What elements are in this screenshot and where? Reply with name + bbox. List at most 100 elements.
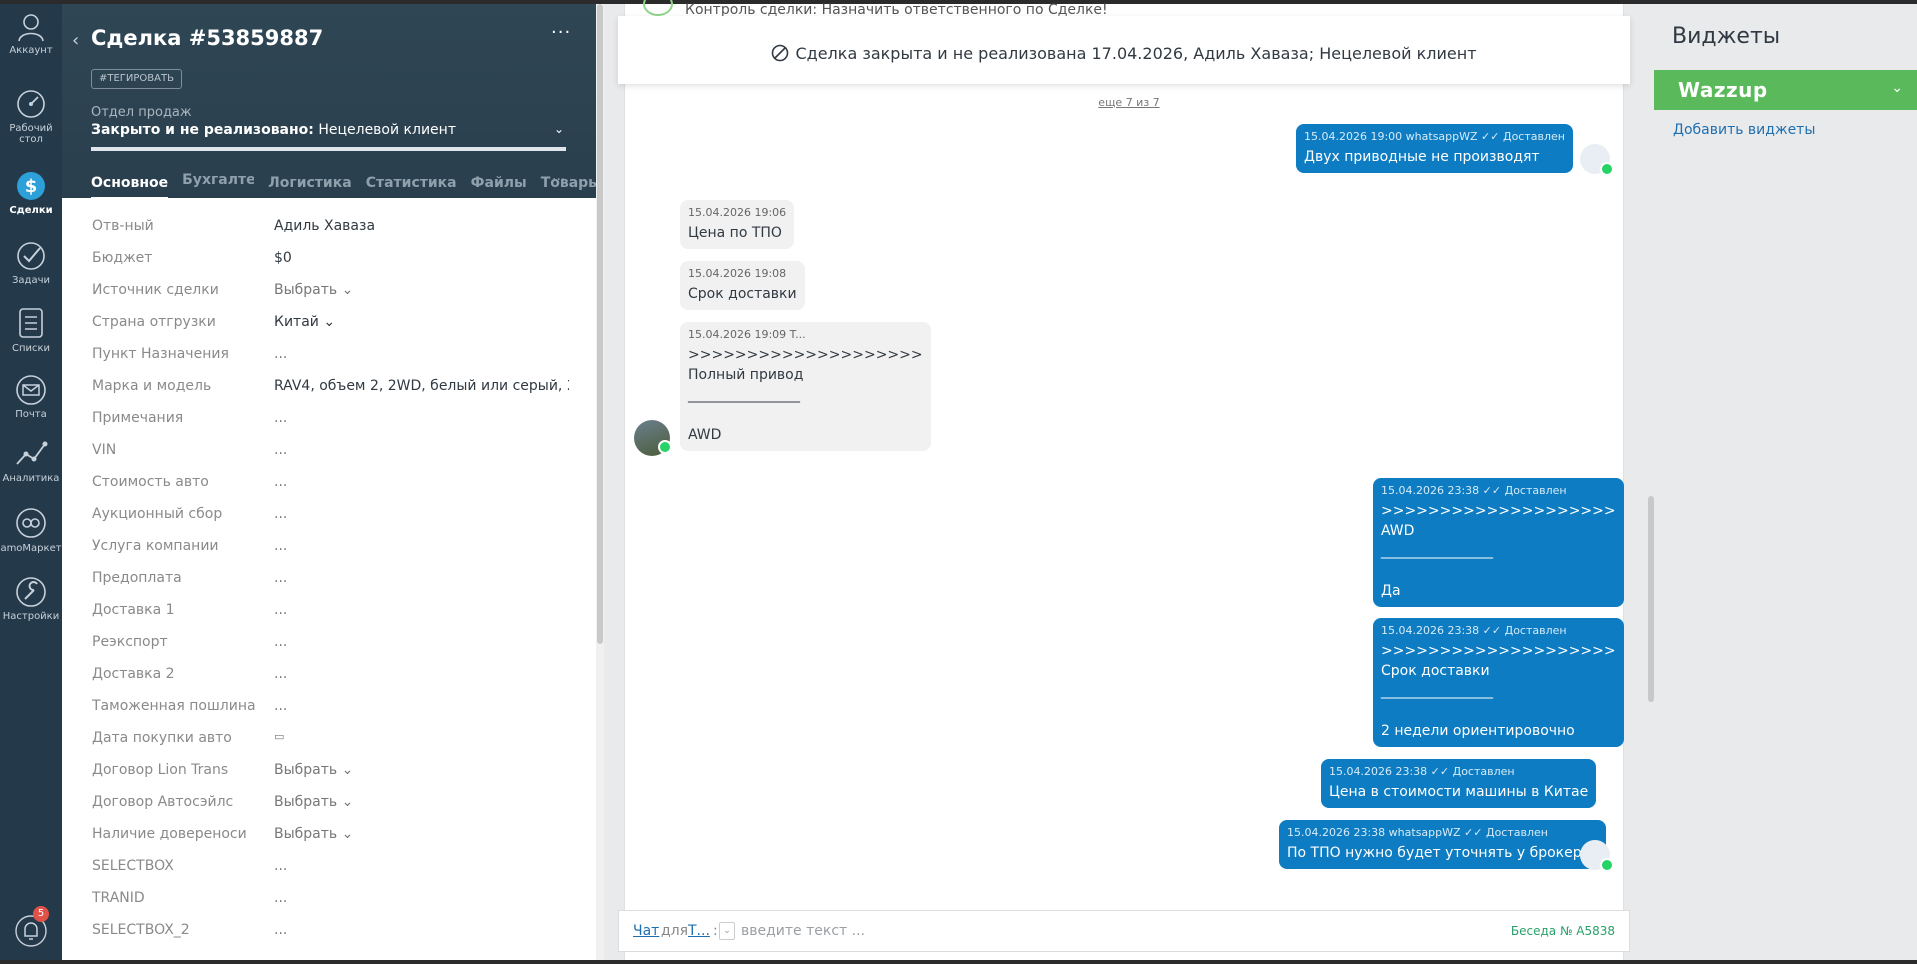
nav-lists[interactable]: Списки [0, 306, 62, 354]
field-label: Предоплата [92, 570, 182, 586]
nav-dashboard[interactable]: Рабочий стол [0, 88, 62, 145]
tab-statistics[interactable]: Статистика [366, 175, 457, 197]
field-budget[interactable]: Бюджет $0 [62, 242, 596, 274]
field-label: Стоимость авто [92, 474, 209, 490]
field-value[interactable]: ... [274, 538, 569, 554]
nav-settings[interactable]: Настройки [0, 576, 62, 622]
chevron-down-icon[interactable]: ⌄ [1891, 80, 1903, 96]
nav-market[interactable]: amoМаркет [0, 506, 62, 554]
field-vin[interactable]: VIN... [62, 434, 596, 466]
field-label: SELECTBOX [92, 858, 174, 874]
wazzup-widget[interactable]: Wazzup ⌄ [1654, 70, 1917, 110]
tab-logistics[interactable]: Логистика [268, 175, 352, 197]
field-value[interactable]: ... [274, 442, 569, 458]
show-more-link[interactable]: еще 7 из 7 [604, 96, 1654, 109]
field-value[interactable]: ... [274, 890, 569, 906]
field-prepayment[interactable]: Предоплата... [62, 562, 596, 594]
field-contract-lion-trans[interactable]: Договор Lion Trans Выбрать ⌄ [62, 754, 596, 786]
field-country[interactable]: Страна отгрузки Китай ⌄ [62, 306, 596, 338]
field-value[interactable]: Выбрать ⌄ [274, 826, 569, 842]
message-meta: 15.04.2026 19:00 whatsappWZ ✓✓ Доставлен [1304, 130, 1565, 143]
message-text: Цена в стоимости машины в Китае [1329, 784, 1589, 800]
field-value[interactable]: Выбрать ⌄ [274, 794, 569, 810]
chat-mode-link[interactable]: Чат [633, 923, 659, 939]
field-value[interactable]: ... [274, 634, 569, 650]
field-value[interactable]: ... [274, 858, 569, 874]
stage-select[interactable]: Закрыто и не реализовано: Нецелевой клие… [91, 122, 566, 138]
field-value[interactable]: ... [274, 474, 569, 490]
nav-mail[interactable]: Почта [0, 374, 62, 420]
feed: Контроль сделки: Назначить ответственног… [604, 0, 1654, 964]
deal-card-header: ‹ Сделка #53859887 ··· #ТЕГИРОВАТЬ Отдел… [62, 4, 596, 200]
user-icon [18, 14, 44, 42]
field-label: Доставка 1 [92, 602, 175, 618]
message-composer[interactable]: Чат для Т... : ⌄ введите текст ... Бесед… [618, 910, 1630, 952]
tag-button[interactable]: #ТЕГИРОВАТЬ [91, 69, 182, 89]
field-value[interactable]: Китай ⌄ [274, 314, 569, 330]
field-contract-autosales[interactable]: Договор Автосэйлс Выбрать ⌄ [62, 786, 596, 818]
tab-accounting[interactable]: Бухгалтерия [182, 172, 254, 194]
field-value[interactable]: ... [274, 602, 569, 618]
field-source[interactable]: Источник сделки Выбрать ⌄ [62, 274, 596, 306]
message-incoming: 15.04.2026 19:08 Срок доставки [680, 261, 805, 310]
field-reexport[interactable]: Реэкспорт... [62, 626, 596, 658]
message-meta: 15.04.2026 23:38 whatsappWZ ✓✓ Доставлен [1287, 826, 1548, 839]
calendar-icon[interactable]: ▭ [274, 730, 569, 743]
field-destination[interactable]: Пункт Назначения... [62, 338, 596, 370]
card-scrollbar-thumb[interactable] [597, 4, 603, 644]
conversation-number[interactable]: Беседа № А5838 [1511, 924, 1615, 938]
field-value[interactable]: ... [274, 698, 569, 714]
back-chevron-icon[interactable]: ‹ [72, 30, 79, 51]
field-value[interactable]: ... [274, 570, 569, 586]
field-purchase-date[interactable]: Дата покупки авто ▭ [62, 722, 596, 754]
field-value[interactable]: ... [274, 506, 569, 522]
message-text: >>>>>>>>>>>>>>>>>>>> [688, 347, 923, 363]
lists-icon [19, 308, 43, 338]
nav-deals[interactable]: $ Сделки [0, 170, 62, 216]
message-text: Цена по ТПО [688, 225, 782, 241]
field-label: Реэкспорт [92, 634, 168, 650]
field-notes[interactable]: Примечания... [62, 402, 596, 434]
field-value[interactable]: Адиль Хаваза [274, 218, 569, 234]
settings-icon [16, 577, 46, 607]
field-tranid[interactable]: TRANID... [62, 882, 596, 914]
field-value[interactable]: $0 [274, 250, 569, 266]
field-company-service[interactable]: Услуга компании... [62, 530, 596, 562]
field-value[interactable]: ... [274, 666, 569, 682]
svg-text:$: $ [25, 176, 38, 197]
field-selectbox[interactable]: SELECTBOX... [62, 850, 596, 882]
field-delivery-2[interactable]: Доставка 2... [62, 658, 596, 690]
field-value[interactable]: ... [274, 922, 569, 938]
tab-products[interactable]: Товары [541, 175, 596, 197]
nav-analytics[interactable]: Аналитика [0, 438, 62, 484]
field-power-of-attorney[interactable]: Наличие довереноси Выбрать ⌄ [62, 818, 596, 850]
field-auction-fee[interactable]: Аукционный сбор... [62, 498, 596, 530]
tab-files[interactable]: Файлы [471, 175, 527, 197]
field-value[interactable]: RAV4, объем 2, 2WD, белый или серый, 202… [274, 378, 569, 394]
chevron-down-icon[interactable]: ⌄ [719, 922, 735, 940]
nav-tasks[interactable]: Задачи [0, 240, 62, 286]
message-text: Двух приводные не производят [1304, 149, 1540, 165]
recipient-link[interactable]: Т... [688, 923, 710, 939]
closed-deal-message: Сделка закрыта и не реализована 17.04.20… [795, 44, 1477, 63]
field-value[interactable]: ... [274, 410, 569, 426]
field-customs-duty[interactable]: Таможенная пошлина... [62, 690, 596, 722]
add-widgets-link[interactable]: Добавить виджеты [1673, 122, 1815, 138]
tab-main[interactable]: Основное [91, 175, 169, 200]
field-value[interactable]: ... [274, 346, 569, 362]
field-value[interactable]: Выбрать ⌄ [274, 282, 569, 298]
tabs-more-button[interactable]: ··· [552, 172, 565, 188]
deal-title[interactable]: Сделка #53859887 [91, 26, 323, 50]
nav-notifications[interactable] [0, 914, 62, 951]
deal-more-button[interactable]: ··· [551, 22, 571, 43]
nav-account[interactable]: Аккаунт [0, 12, 62, 56]
field-value[interactable]: Выбрать ⌄ [274, 762, 569, 778]
field-responsible[interactable]: Отв-ный Адиль Хаваза [62, 210, 596, 242]
field-model[interactable]: Марка и модель RAV4, объем 2, 2WD, белый … [62, 370, 596, 402]
whatsapp-icon [658, 440, 672, 454]
field-delivery-1[interactable]: Доставка 1... [62, 594, 596, 626]
chevron-down-icon[interactable]: ⌄ [554, 122, 564, 136]
field-selectbox-2[interactable]: SELECTBOX_2... [62, 914, 596, 946]
message-input[interactable]: введите текст ... [741, 923, 865, 939]
field-car-cost[interactable]: Стоимость авто... [62, 466, 596, 498]
